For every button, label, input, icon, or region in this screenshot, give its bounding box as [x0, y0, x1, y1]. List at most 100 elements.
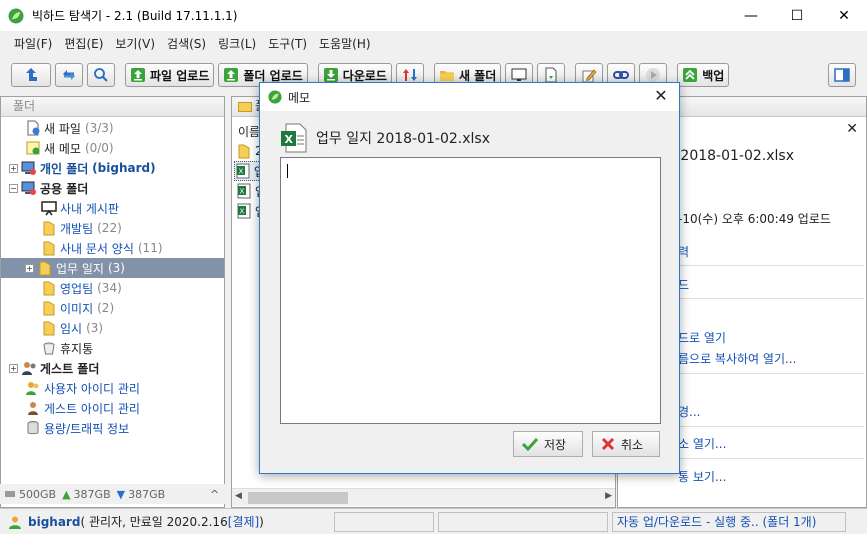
memo-file-header: X 업무 일지 2018-01-02.xlsx [280, 123, 490, 153]
upload-file-button[interactable]: 파일 업로드 [125, 63, 215, 87]
checkmark-icon [522, 437, 538, 451]
tree-item-work-log[interactable]: + 업무 일지 (3) [1, 258, 224, 278]
folder-icon [37, 260, 53, 276]
expand-toggle[interactable]: + [9, 163, 18, 173]
memo-text-area[interactable] [280, 157, 661, 424]
view-link[interactable]: 통 보기... [678, 468, 726, 485]
menu-file[interactable]: 파일(F) [8, 35, 58, 52]
close-button[interactable]: ✕ [821, 0, 867, 31]
leaf-app-icon [8, 8, 24, 23]
excel-file-icon: X [236, 203, 252, 219]
tree-item-personal-folder[interactable]: + 개인 폴더 (bighard) [9, 158, 156, 178]
scroll-right-icon[interactable]: ▶ [605, 491, 612, 501]
board-icon [41, 200, 57, 216]
close-panel-icon[interactable]: ✕ [846, 121, 858, 137]
open-location-link[interactable]: 소 열기... [678, 435, 726, 452]
tree-item-guest-folder[interactable]: + 게스트 폴더 [9, 358, 99, 378]
payment-link[interactable]: [결제] [228, 513, 259, 530]
database-icon [25, 420, 41, 436]
folder-icon [238, 101, 252, 112]
username: bighard [28, 514, 81, 529]
folder-icon [439, 67, 455, 83]
excel-file-icon: X [236, 183, 252, 199]
tree-item-capacity-traffic[interactable]: 용량/트래픽 정보 [25, 418, 129, 438]
tree-item-doc-templates[interactable]: 사내 문서 양식 (11) [41, 238, 163, 258]
tree-item-trash[interactable]: 휴지통 [41, 338, 93, 358]
trash-icon [41, 340, 57, 356]
excel-file-icon: X [280, 123, 308, 153]
collapse-chevron-icon[interactable]: ^ [210, 488, 219, 501]
panel-toggle-button[interactable] [828, 63, 856, 87]
status-bar: bighard ( 관리자, 만료일 2020.2.16 [결제] ) 자동 업… [0, 508, 867, 534]
svg-text:X: X [240, 208, 245, 216]
tree-item-user-id-management[interactable]: 사용자 아이디 관리 [25, 378, 140, 398]
guest-user-icon [25, 400, 41, 416]
copy-open-link[interactable]: 름으로 복사하여 열기... [678, 350, 796, 367]
expand-toggle[interactable]: + [25, 263, 34, 273]
scrollbar-thumb[interactable] [248, 492, 348, 504]
upload-icon [223, 67, 239, 83]
horizontal-scrollbar[interactable]: ◀ ▶ [232, 488, 615, 506]
save-button[interactable]: 저장 [513, 431, 583, 457]
menu-tools[interactable]: 도구(T) [262, 35, 313, 52]
scroll-left-icon[interactable]: ◀ [235, 491, 242, 501]
users-icon [25, 380, 41, 396]
open-in-action-link[interactable]: 드로 열기 [678, 329, 726, 346]
menu-search[interactable]: 검색(S) [161, 35, 212, 52]
cancel-x-icon [601, 437, 615, 451]
upload-info: -10(수) 오후 6:00:49 업로드 [678, 212, 831, 226]
computer-icon [21, 160, 37, 176]
download-icon [323, 67, 339, 83]
up-folder-button[interactable] [11, 63, 51, 87]
tree-item-bulletin-board[interactable]: 사내 게시판 [41, 198, 119, 218]
user-status: bighard ( 관리자, 만료일 2020.2.16 [결제] ) [0, 511, 330, 532]
tree-item-new-file[interactable]: 새 파일 (3/3) [25, 118, 114, 138]
tree-item-sales-team[interactable]: 영업팀 (34) [41, 278, 122, 298]
excel-file-icon: X [235, 163, 251, 179]
guest-users-icon [21, 360, 37, 376]
tree-item-images[interactable]: 이미지 (2) [41, 298, 114, 318]
change-link[interactable]: 경... [678, 403, 700, 420]
menu-help[interactable]: 도움말(H) [313, 35, 377, 52]
folder-icon [41, 240, 57, 256]
monitor-icon [511, 67, 527, 83]
minimize-button[interactable]: — [728, 0, 774, 31]
refresh-icon [61, 67, 77, 83]
expand-toggle[interactable]: + [9, 363, 18, 373]
folder-icon [236, 143, 252, 159]
hdd-icon [4, 488, 16, 500]
folder-icon [41, 280, 57, 296]
maximize-button[interactable]: ☐ [774, 0, 820, 31]
tree-item-public-folder[interactable]: − 공용 폴더 [9, 178, 88, 198]
transfer-status[interactable]: 자동 업/다운로드 - 실행 중.. (폴더 1개) [612, 511, 846, 532]
svg-text:X: X [285, 133, 294, 146]
menu-edit[interactable]: 편집(E) [58, 35, 109, 52]
svg-text:X: X [240, 188, 245, 196]
document-icon [543, 67, 559, 83]
chain-link-icon [613, 67, 630, 83]
panel-layout-icon [834, 67, 850, 83]
tree-item-guest-id-management[interactable]: 게스트 아이디 관리 [25, 398, 140, 418]
folder-icon [41, 300, 57, 316]
leaf-app-icon [268, 90, 282, 104]
computer-icon [21, 180, 37, 196]
menu-link[interactable]: 링크(L) [212, 35, 262, 52]
folder-icon [41, 320, 57, 336]
tree-item-dev-team[interactable]: 개발팀 (22) [41, 218, 122, 238]
backup-button[interactable]: 백업 [677, 63, 730, 87]
menu-view[interactable]: 보기(V) [109, 35, 161, 52]
tree-item-new-memo[interactable]: 새 메모 (0/0) [25, 138, 114, 158]
dialog-close-button[interactable]: ✕ [651, 87, 671, 107]
tree-item-temp[interactable]: 임시 (3) [41, 318, 103, 338]
window-title: 빅하드 탐색기 - 2.1 (Build 17.11.1.1) [32, 9, 238, 23]
name-column-header[interactable]: 이름 [238, 123, 260, 140]
search-button[interactable] [87, 63, 115, 87]
cancel-button[interactable]: 취소 [592, 431, 660, 457]
folder-icon [41, 220, 57, 236]
svg-text:X: X [239, 168, 244, 176]
pencil-icon [581, 67, 597, 83]
dialog-title: 메모 [288, 90, 311, 105]
new-file-icon [25, 120, 41, 136]
collapse-toggle[interactable]: − [9, 183, 18, 193]
refresh-button[interactable] [55, 63, 83, 87]
